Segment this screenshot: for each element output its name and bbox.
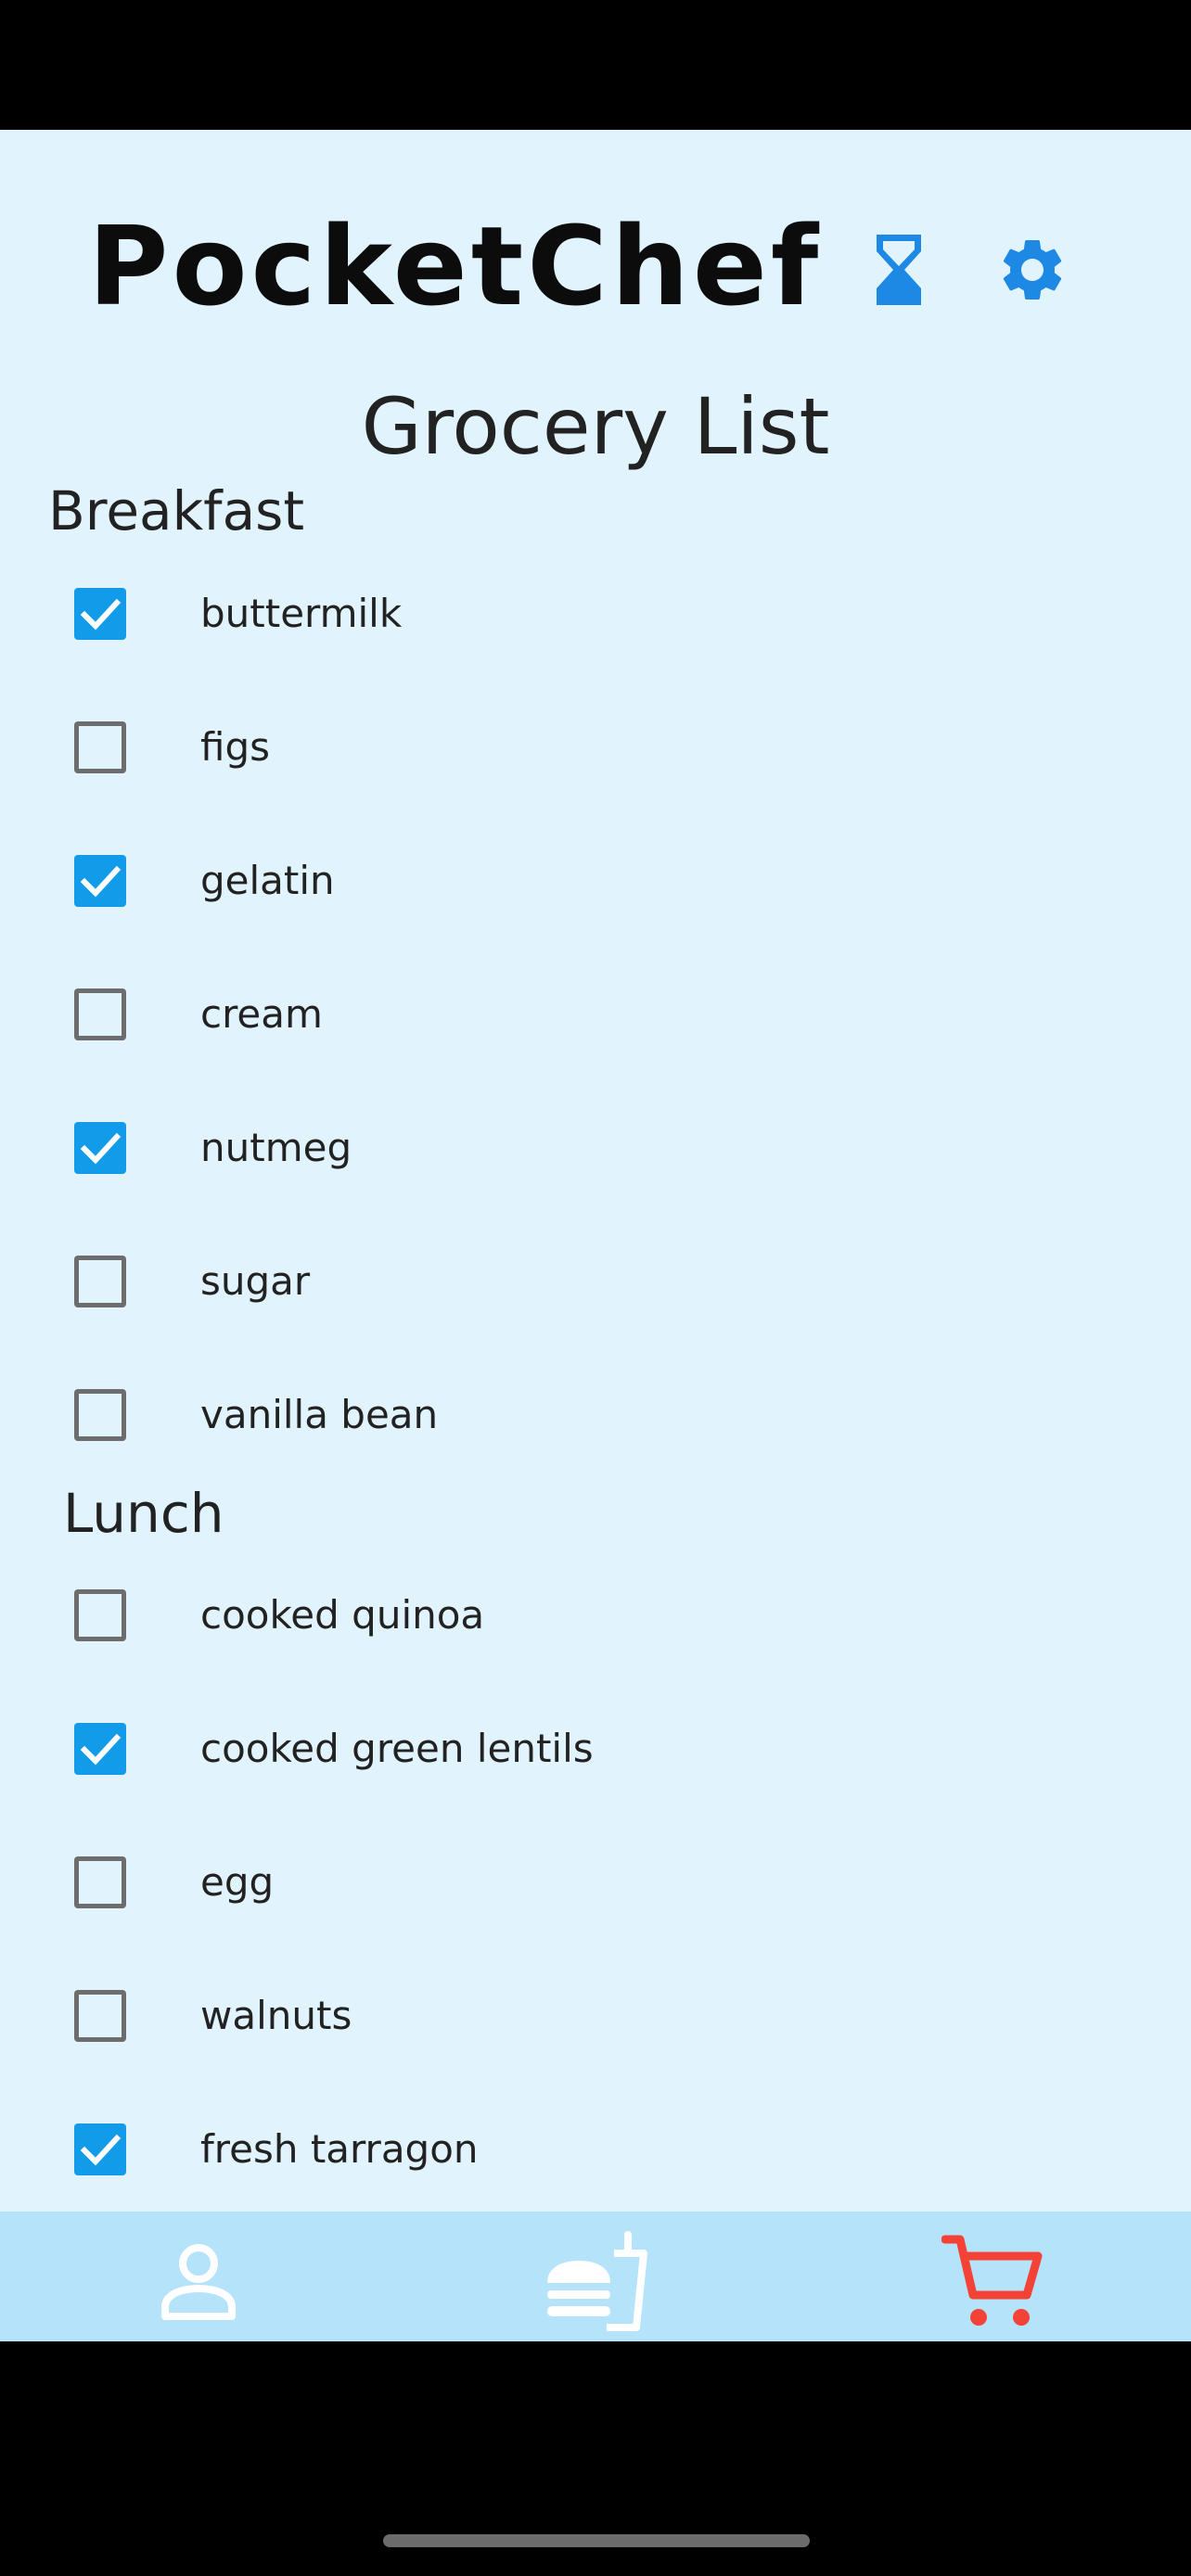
checkbox[interactable] bbox=[74, 1990, 126, 2042]
home-indicator[interactable] bbox=[383, 2534, 810, 2547]
list-item[interactable]: nutmeg bbox=[0, 1081, 1191, 1215]
section-title-lunch: Lunch bbox=[63, 1482, 224, 1545]
checkbox[interactable] bbox=[74, 2123, 126, 2175]
item-label: cooked quinoa bbox=[200, 1592, 485, 1638]
screen: PocketChef Grocery List Breakfast butter… bbox=[0, 130, 1191, 2341]
shopping-cart-icon bbox=[941, 2235, 1043, 2326]
section-title-breakfast: Breakfast bbox=[48, 479, 305, 542]
checkbox[interactable] bbox=[74, 1256, 126, 1307]
list-item[interactable]: gelatin bbox=[0, 814, 1191, 948]
checkbox[interactable] bbox=[74, 721, 126, 773]
item-label: buttermilk bbox=[200, 591, 403, 636]
list-item[interactable]: buttermilk bbox=[0, 547, 1191, 681]
item-label: figs bbox=[200, 724, 270, 770]
list-item[interactable]: cooked green lentils bbox=[0, 1682, 1191, 1816]
app-title: PocketChef bbox=[88, 202, 823, 330]
page-title: Grocery List bbox=[361, 381, 830, 472]
list-item[interactable]: cooked quinoa bbox=[0, 1549, 1191, 1682]
fast-food-icon bbox=[547, 2231, 647, 2331]
settings-button[interactable] bbox=[991, 228, 1074, 312]
item-label: fresh tarragon bbox=[200, 2126, 479, 2172]
nav-meals[interactable] bbox=[397, 2212, 794, 2351]
checkbox[interactable] bbox=[74, 1122, 126, 1174]
app-header: PocketChef bbox=[0, 130, 1191, 362]
list-item[interactable]: cream bbox=[0, 948, 1191, 1081]
hourglass-icon bbox=[877, 235, 921, 305]
item-label: nutmeg bbox=[200, 1125, 352, 1170]
timer-button[interactable] bbox=[857, 228, 941, 312]
check-icon bbox=[80, 1132, 122, 1165]
check-icon bbox=[80, 865, 122, 898]
list-item[interactable]: walnuts bbox=[0, 1949, 1191, 2083]
item-label: cooked green lentils bbox=[200, 1726, 594, 1771]
list-item[interactable]: fresh tarragon bbox=[0, 2083, 1191, 2216]
list-item[interactable]: figs bbox=[0, 681, 1191, 814]
item-label: sugar bbox=[200, 1258, 311, 1304]
check-icon bbox=[80, 598, 122, 631]
item-label: egg bbox=[200, 1859, 275, 1905]
checkbox[interactable] bbox=[74, 988, 126, 1040]
nav-profile[interactable] bbox=[0, 2212, 397, 2351]
list-item[interactable]: egg bbox=[0, 1816, 1191, 1949]
checkbox[interactable] bbox=[74, 1389, 126, 1441]
person-icon bbox=[161, 2244, 236, 2320]
item-label: cream bbox=[200, 991, 323, 1037]
item-label: vanilla bean bbox=[200, 1392, 439, 1437]
check-icon bbox=[80, 1733, 122, 1766]
nav-grocery-list[interactable] bbox=[794, 2212, 1191, 2351]
check-icon bbox=[80, 2134, 122, 2166]
bottom-nav bbox=[0, 2212, 1191, 2351]
checkbox[interactable] bbox=[74, 1856, 126, 1908]
list-item[interactable]: sugar bbox=[0, 1215, 1191, 1348]
gear-icon bbox=[1003, 240, 1062, 300]
checkbox[interactable] bbox=[74, 855, 126, 907]
checkbox[interactable] bbox=[74, 1723, 126, 1775]
checkbox[interactable] bbox=[74, 588, 126, 640]
item-label: gelatin bbox=[200, 858, 335, 903]
checkbox[interactable] bbox=[74, 1589, 126, 1641]
item-label: walnuts bbox=[200, 1993, 352, 2038]
list-item[interactable]: vanilla bean bbox=[0, 1348, 1191, 1482]
status-bar bbox=[0, 0, 1191, 130]
